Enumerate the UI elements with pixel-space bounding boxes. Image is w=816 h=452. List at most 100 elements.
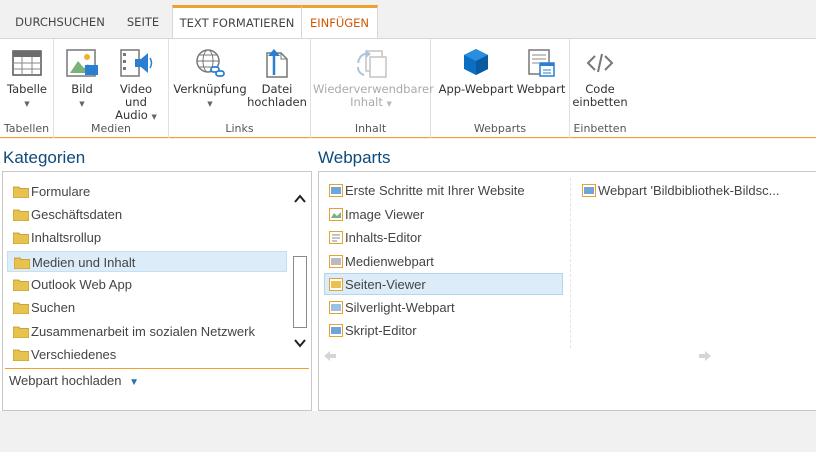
table-icon (12, 50, 42, 76)
category-item[interactable]: Geschäftsdaten (7, 204, 287, 225)
webpart-icon (329, 184, 343, 197)
upload-file-icon (266, 49, 288, 78)
category-item-selected[interactable]: Medien und Inhalt (7, 251, 287, 272)
group-webparts: App-Webpart Webpart Webparts (431, 39, 570, 138)
table-button[interactable]: Tabelle ▼ (4, 47, 50, 111)
footer-bar (0, 411, 816, 452)
webpart-item[interactable]: Inhalts-Editor (325, 227, 565, 249)
webpart-item[interactable]: Skript-Editor (325, 320, 565, 342)
video-audio-button[interactable]: Video und Audio ▼ (108, 47, 164, 124)
category-item[interactable]: Inhaltsrollup (7, 227, 287, 248)
webparts-column-divider (570, 178, 571, 348)
folder-icon (13, 302, 29, 314)
link-button[interactable]: Verknüpfung ▼ (173, 47, 247, 111)
webpart-picker: Kategorien Webparts Formulare Geschäftsd… (0, 139, 816, 452)
folder-icon (13, 209, 29, 221)
webpart-item[interactable]: Webpart 'Bildbibliothek-Bildsc... (578, 180, 814, 202)
webpart-label: Medienwebpart (345, 254, 434, 269)
embed-code-label-2: einbetten (572, 95, 628, 109)
group-label-inhalt: Inhalt (354, 122, 387, 135)
ribbon: Tabelle ▼ Tabellen Bild ▼ Video und Audi… (0, 38, 816, 138)
upload-file-label-2: hochladen (247, 95, 307, 109)
silverlight-icon (329, 301, 343, 314)
categories-panel: Formulare Geschäftsdaten Inhaltsrollup M… (2, 171, 312, 411)
tab-einfuegen[interactable]: EINFÜGEN (301, 5, 378, 39)
category-item[interactable]: Formulare (7, 181, 287, 202)
webpart-icon (582, 184, 596, 197)
tab-durchsuchen[interactable]: DURCHSUCHEN (8, 6, 112, 38)
category-label: Verschiedenes (31, 347, 117, 362)
folder-icon (13, 279, 29, 291)
globe-link-icon (196, 49, 225, 77)
category-label: Outlook Web App (31, 277, 132, 292)
arrow-right-icon[interactable] (698, 350, 712, 362)
category-label: Medien und Inhalt (32, 255, 136, 270)
content-editor-icon (329, 231, 343, 244)
chevron-down-icon: ▼ (386, 100, 392, 108)
webpart-item[interactable]: Image Viewer (325, 204, 565, 226)
group-label-einbetten: Einbetten (573, 122, 627, 135)
media-webpart-icon (329, 255, 343, 268)
webpart-label: Skript-Editor (345, 323, 417, 338)
upload-webpart-link[interactable]: Webpart hochladen ▼ (9, 373, 139, 388)
arrow-left-icon[interactable] (323, 350, 337, 362)
upload-divider (5, 368, 309, 369)
folder-icon (13, 349, 29, 361)
image-icon (66, 49, 98, 77)
video-audio-icon (120, 49, 153, 77)
webpart-item[interactable]: Medienwebpart (325, 251, 565, 273)
upload-webpart-label: Webpart hochladen (9, 373, 122, 388)
categories-heading: Kategorien (3, 148, 86, 167)
image-button[interactable]: Bild ▼ (62, 47, 102, 111)
upload-file-label-1: Datei (261, 82, 293, 96)
tab-text-formatieren[interactable]: TEXT FORMATIEREN (172, 5, 302, 39)
category-label: Zusammenarbeit im sozialen Netzwerk (31, 324, 255, 339)
webpart-label: Erste Schritte mit Ihrer Website (345, 183, 525, 198)
chevron-up-icon[interactable] (291, 192, 309, 206)
webpart-label: Inhalts-Editor (345, 230, 422, 245)
scrollbar-thumb[interactable] (293, 256, 307, 328)
video-audio-label-1: Video und (119, 82, 153, 109)
group-tabellen: Tabelle ▼ Tabellen (0, 39, 54, 138)
folder-icon (13, 326, 29, 338)
tab-seite[interactable]: SEITE (114, 6, 172, 38)
group-links: Verknüpfung ▼ Datei hochladen Links (169, 39, 311, 138)
categories-scrollbar[interactable] (291, 192, 309, 352)
webpart-icon (528, 49, 555, 77)
embed-code-button[interactable]: Code einbetten (572, 47, 628, 109)
group-label-webparts: Webparts (473, 122, 527, 135)
category-item[interactable]: Verschiedenes (7, 344, 287, 365)
webpart-label: Seiten-Viewer (345, 277, 426, 292)
webpart-label: Webpart 'Bildbibliothek-Bildsc... (598, 183, 780, 198)
webpart-item[interactable]: Silverlight-Webpart (325, 297, 565, 319)
webparts-heading: Webparts (318, 148, 391, 167)
chevron-down-icon: ▼ (207, 100, 213, 108)
app-webpart-button[interactable]: App-Webpart (437, 47, 515, 96)
folder-icon (13, 186, 29, 198)
category-item[interactable]: Outlook Web App (7, 274, 287, 295)
webpart-button[interactable]: Webpart (515, 47, 567, 96)
caret-down-icon: ▼ (129, 377, 140, 388)
webpart-item[interactable]: Erste Schritte mit Ihrer Website (325, 180, 565, 202)
embed-code-label-1: Code (585, 82, 615, 96)
webparts-panel: Erste Schritte mit Ihrer Website Image V… (318, 171, 816, 411)
chevron-down-icon[interactable] (291, 336, 309, 350)
reusable-content-button[interactable]: Wiederverwendbarer Inhalt ▼ (313, 47, 434, 111)
group-medien: Bild ▼ Video und Audio ▼ Medien (54, 39, 169, 138)
group-label-medien: Medien (90, 122, 132, 135)
ribbon-tab-bar: DURCHSUCHEN SEITE TEXT FORMATIEREN EINFÜ… (0, 0, 816, 39)
page-viewer-icon (329, 278, 343, 291)
folder-icon (13, 232, 29, 244)
chevron-down-icon: ▼ (79, 100, 85, 108)
script-editor-icon (329, 324, 343, 337)
webpart-label: Silverlight-Webpart (345, 300, 455, 315)
group-einbetten: Code einbetten Einbetten (570, 39, 630, 138)
webpart-label: Image Viewer (345, 207, 425, 222)
reusable-content-icon (357, 50, 387, 78)
webpart-item-selected[interactable]: Seiten-Viewer (324, 273, 563, 295)
upload-file-button[interactable]: Datei hochladen (247, 47, 307, 109)
category-item[interactable]: Suchen (7, 297, 287, 318)
image-viewer-icon (329, 208, 343, 221)
category-label: Inhaltsrollup (31, 230, 102, 245)
category-item[interactable]: Zusammenarbeit im sozialen Netzwerk (7, 321, 287, 342)
